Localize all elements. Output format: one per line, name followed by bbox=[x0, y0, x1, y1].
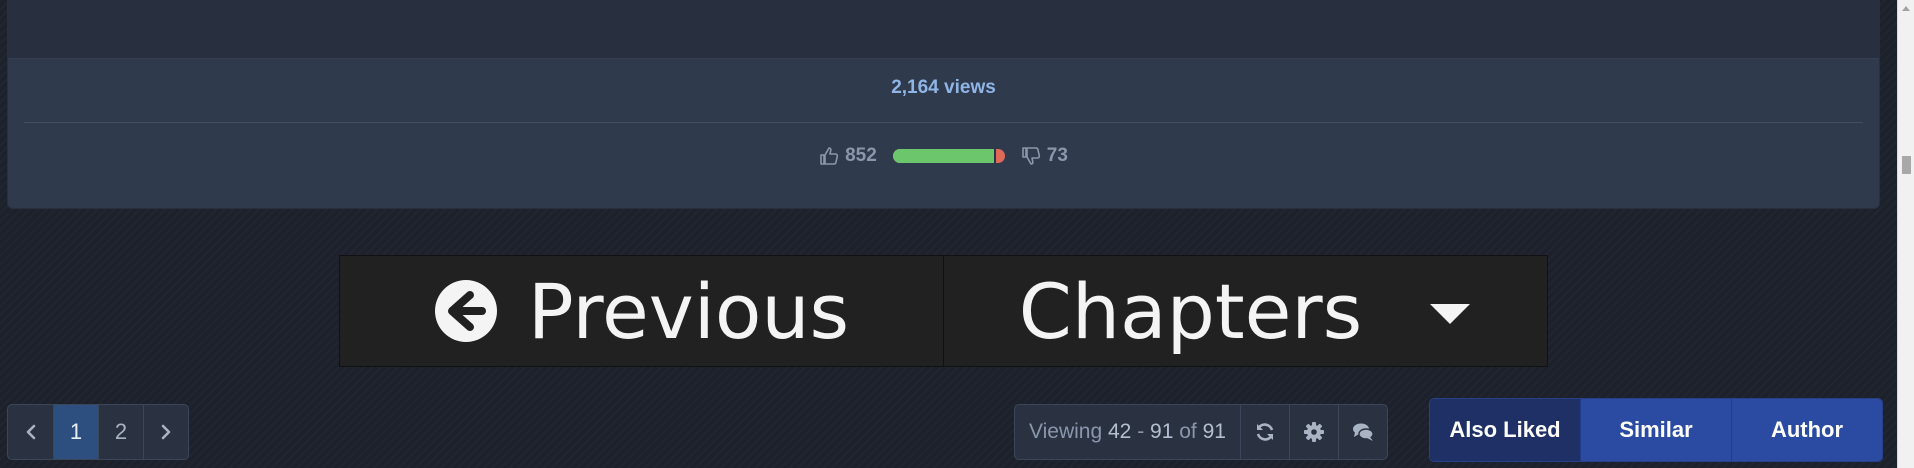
divider bbox=[24, 122, 1863, 123]
previous-page-button[interactable] bbox=[8, 405, 53, 459]
refresh-icon bbox=[1256, 423, 1274, 441]
viewing-range: Viewing 42 - 91 of 91 bbox=[1015, 405, 1240, 459]
page-scrollbar[interactable] bbox=[1897, 0, 1914, 468]
rating-bar bbox=[892, 149, 1005, 163]
tab-similar[interactable]: Similar bbox=[1580, 399, 1731, 461]
tab-author[interactable]: Author bbox=[1731, 399, 1882, 461]
viewing-prefix: Viewing bbox=[1029, 420, 1108, 443]
thumbs-up-icon[interactable] bbox=[819, 146, 839, 166]
page-2-button[interactable]: 2 bbox=[98, 405, 143, 459]
chapters-label: Chapters bbox=[1018, 266, 1363, 356]
views-count: 2,164 views bbox=[891, 77, 996, 98]
story-card: 2,164 views 852 73 bbox=[7, 0, 1880, 209]
chevron-left-icon bbox=[26, 424, 35, 440]
settings-button[interactable] bbox=[1288, 405, 1338, 459]
next-page-button[interactable] bbox=[143, 405, 188, 459]
previous-label: Previous bbox=[527, 266, 850, 356]
card-body bbox=[8, 0, 1879, 59]
comments-button[interactable] bbox=[1337, 405, 1387, 459]
chapter-navigation: Previous Chapters bbox=[339, 255, 1548, 367]
pagination: 1 2 bbox=[7, 404, 189, 460]
page-1-button[interactable]: 1 bbox=[53, 405, 98, 459]
rating-bar-likes bbox=[892, 149, 996, 163]
scroll-up-arrow[interactable] bbox=[1902, 6, 1910, 11]
previous-chapter-button[interactable]: Previous bbox=[340, 256, 943, 366]
range-start: 42 bbox=[1108, 420, 1132, 443]
caret-down-icon bbox=[1430, 304, 1471, 324]
rating-row: 852 73 bbox=[8, 143, 1879, 169]
tab-also-liked[interactable]: Also Liked bbox=[1430, 399, 1580, 461]
range-separator: - bbox=[1131, 420, 1151, 443]
gear-icon bbox=[1303, 422, 1324, 442]
refresh-button[interactable] bbox=[1239, 405, 1289, 459]
range-of: of bbox=[1173, 420, 1203, 443]
viewing-toolbar: Viewing 42 - 91 of 91 bbox=[1014, 404, 1388, 460]
range-total: 91 bbox=[1202, 420, 1226, 443]
thumbs-down-icon[interactable] bbox=[1021, 146, 1041, 166]
comments-icon bbox=[1352, 423, 1374, 441]
like-count: 852 bbox=[845, 145, 877, 166]
chapters-dropdown[interactable]: Chapters bbox=[943, 256, 1547, 366]
dislike-count: 73 bbox=[1046, 145, 1068, 166]
chevron-right-icon bbox=[161, 424, 171, 440]
scrollbar-thumb[interactable] bbox=[1902, 156, 1911, 174]
related-tabs: Also Liked Similar Author bbox=[1429, 398, 1883, 462]
circle-arrow-left-icon bbox=[434, 280, 497, 342]
range-end: 91 bbox=[1150, 420, 1174, 443]
